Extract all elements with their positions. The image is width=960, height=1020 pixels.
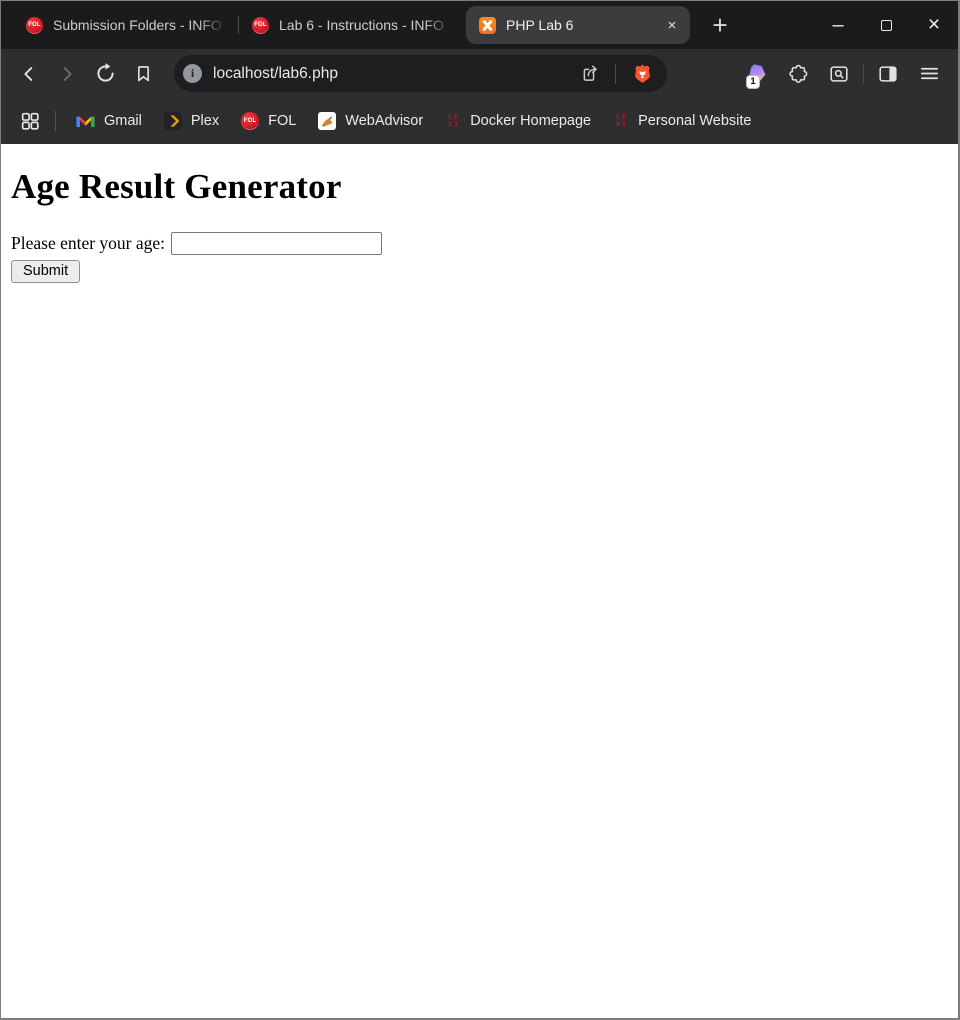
bookmark-label: Personal Website (638, 113, 751, 129)
tab-title: PHP Lab 6 (506, 17, 652, 33)
hamburger-menu-icon (918, 62, 941, 85)
site-info-icon[interactable]: i (183, 64, 202, 83)
fol-favicon: FOL (26, 17, 43, 34)
bookmark-label: Gmail (104, 113, 142, 129)
levi-icon: LE VI (613, 113, 629, 129)
reload-button[interactable] (87, 56, 123, 92)
fol-favicon-text: FOL (28, 22, 41, 28)
bookmark-fol[interactable]: FOL FOL (233, 107, 304, 135)
tab-title: Lab 6 - Instructions - INFO (279, 17, 456, 33)
tab-php-lab6-active[interactable]: PHP Lab 6 × (466, 6, 690, 44)
wildcat-icon (320, 114, 335, 129)
url-text[interactable]: localhost/lab6.php (213, 65, 565, 83)
close-icon: × (928, 13, 940, 37)
levi-icon-top: LE (614, 114, 628, 121)
address-bar[interactable]: i localhost/lab6.php (174, 55, 667, 92)
browser-window: FOL Submission Folders - INFO FOL Lab 6 … (0, 0, 960, 1020)
toolbar-separator (863, 64, 864, 84)
fol-favicon: FOL (252, 17, 269, 34)
share-button[interactable] (576, 57, 604, 91)
bookmark-page-button[interactable] (125, 56, 161, 92)
age-input[interactable] (171, 232, 382, 255)
bookmark-label: FOL (268, 113, 296, 129)
extension-badge: 1 (746, 75, 760, 89)
minimize-button[interactable]: – (814, 1, 862, 49)
submit-button[interactable]: Submit (11, 260, 80, 283)
bookmark-label: Docker Homepage (470, 113, 591, 129)
close-button[interactable]: × (910, 1, 958, 49)
fol-icon: FOL (241, 112, 259, 130)
maximize-icon (881, 20, 892, 31)
minimize-icon: – (832, 14, 843, 37)
apps-grid-button[interactable] (15, 104, 45, 138)
brave-shields-button[interactable] (627, 57, 657, 91)
bookmark-plex[interactable]: Plex (156, 107, 227, 135)
new-tab-button[interactable]: + (702, 7, 738, 43)
obsidian-extension-button[interactable]: 1 (740, 57, 774, 91)
webadvisor-icon (318, 112, 336, 130)
bookmarks-separator (55, 111, 56, 131)
back-button[interactable] (11, 56, 47, 92)
extensions-button[interactable] (781, 57, 815, 91)
apps-grid-icon (19, 110, 41, 132)
levi-icon-bottom: VI (446, 121, 460, 128)
share-icon (580, 63, 601, 84)
levi-icon-bottom: VI (614, 121, 628, 128)
tab-title: Submission Folders - INFO (53, 17, 230, 33)
brave-shield-icon (631, 62, 654, 85)
bookmark-personal-website[interactable]: LE VI Personal Website (605, 108, 759, 134)
bookmark-label: WebAdvisor (345, 113, 423, 129)
urlbar-separator (615, 64, 616, 84)
levi-icon-top: LE (446, 114, 460, 121)
page-content: Age Result Generator Please enter your a… (1, 144, 958, 1018)
reload-icon (94, 62, 117, 85)
fol-icon-text: FOL (244, 118, 257, 124)
age-input-label: Please enter your age: (11, 233, 165, 254)
bookmark-webadvisor[interactable]: WebAdvisor (310, 107, 431, 135)
forward-icon (56, 63, 78, 85)
menu-button[interactable] (912, 57, 946, 91)
search-tabs-button[interactable] (822, 57, 856, 91)
bookmark-gmail[interactable]: Gmail (68, 108, 150, 134)
maximize-button[interactable] (862, 1, 910, 49)
age-form-row: Please enter your age: (11, 232, 948, 255)
window-controls: – × (814, 1, 958, 49)
fol-favicon-text: FOL (254, 22, 267, 28)
bookmarks-bar: Gmail Plex FOL FOL WebAdvisor (1, 98, 958, 144)
navigation-toolbar: i localhost/lab6.php (1, 49, 958, 98)
search-window-icon (828, 63, 850, 85)
tab-strip: FOL Submission Folders - INFO FOL Lab 6 … (1, 1, 958, 49)
tab-submission-folders[interactable]: FOL Submission Folders - INFO (13, 1, 238, 49)
bookmark-label: Plex (191, 113, 219, 129)
sidebar-toggle-button[interactable] (871, 57, 905, 91)
bookmark-docker-homepage[interactable]: LE VI Docker Homepage (437, 108, 599, 134)
sidebar-icon (877, 63, 899, 85)
gmail-icon (76, 114, 95, 129)
tab-close-button[interactable]: × (662, 15, 682, 35)
levi-icon: LE VI (445, 113, 461, 129)
bookmark-icon (133, 63, 154, 84)
tab-lab6-instructions[interactable]: FOL Lab 6 - Instructions - INFO (239, 1, 464, 49)
page-title: Age Result Generator (11, 167, 948, 207)
back-icon (18, 63, 40, 85)
plex-icon (164, 112, 182, 130)
puzzle-icon (787, 63, 809, 85)
xampp-favicon (479, 17, 496, 34)
toolbar-extensions-area: 1 (740, 57, 948, 91)
forward-button-disabled[interactable] (49, 56, 85, 92)
